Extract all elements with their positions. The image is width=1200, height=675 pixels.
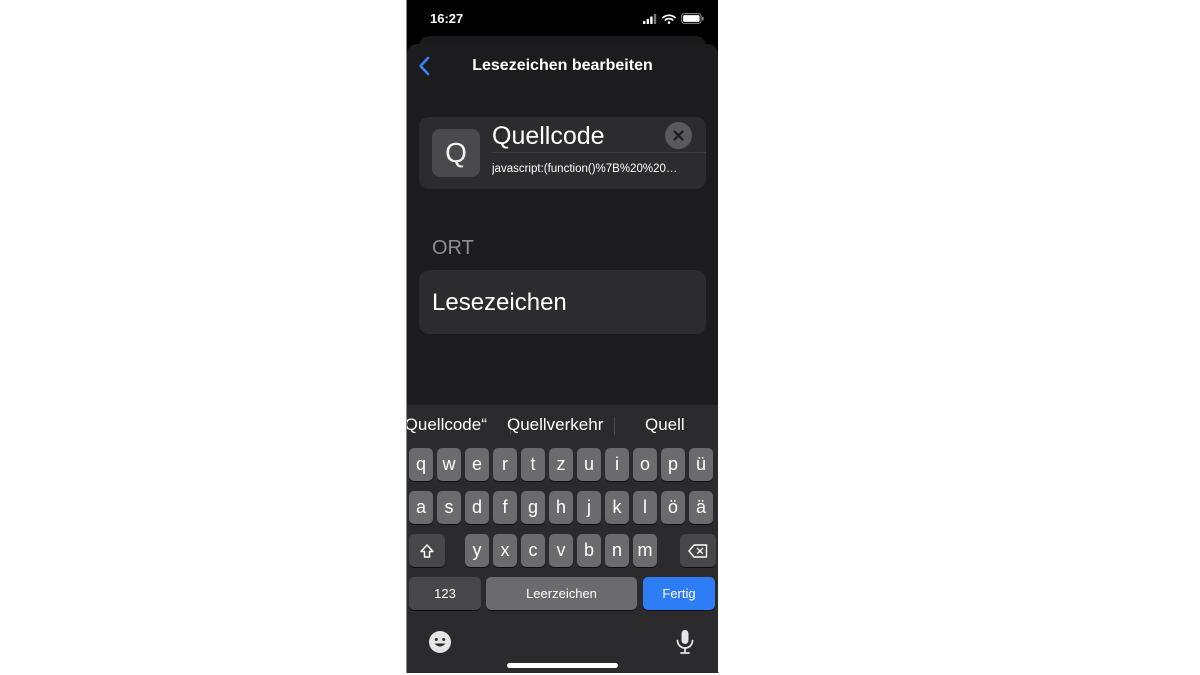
signal-icon [643,14,657,24]
wifi-icon [662,14,676,24]
home-indicator [507,663,618,668]
emoji-button[interactable] [428,630,452,654]
suggestion-bar: „Quellcode“ Quellverkehr Quell [407,405,718,445]
key-a[interactable]: a [409,491,433,524]
key-oe[interactable]: ö [661,491,685,524]
key-x[interactable]: x [493,534,517,567]
page-title: Lesezeichen bearbeiten [472,57,653,74]
bookmark-url-field[interactable]: javascript:(function()%7B%20%20… [492,163,698,175]
shift-key[interactable] [409,534,445,567]
key-p[interactable]: p [661,448,685,481]
key-n[interactable]: n [605,534,629,567]
bookmark-name-field[interactable]: Quellcode [492,120,692,153]
key-ae[interactable]: ä [689,491,713,524]
key-w[interactable]: w [437,448,461,481]
microphone-icon [676,630,694,654]
status-bar: 16:27 [407,0,718,38]
key-g[interactable]: g [521,491,545,524]
status-icons [643,12,704,24]
backspace-icon [688,543,708,558]
key-q[interactable]: q [409,448,433,481]
key-m[interactable]: m [633,534,657,567]
key-z[interactable]: z [549,448,573,481]
key-t[interactable]: t [521,448,545,481]
key-c[interactable]: c [521,534,545,567]
key-i[interactable]: i [605,448,629,481]
key-k[interactable]: k [605,491,629,524]
dictation-button[interactable] [674,629,696,655]
space-key[interactable]: Leerzeichen [486,577,637,610]
key-r[interactable]: r [493,448,517,481]
bookmark-thumbnail: Q [432,129,480,177]
location-folder-label: Lesezeichen [432,289,567,316]
location-folder-cell[interactable]: Lesezeichen [419,270,706,334]
key-s[interactable]: s [437,491,461,524]
key-ue[interactable]: ü [689,448,713,481]
key-v[interactable]: v [549,534,573,567]
suggestion-1[interactable]: „Quellcode“ [407,415,487,435]
location-section-label: ORT [432,237,474,259]
suggestion-separator [614,417,615,435]
key-j[interactable]: j [577,491,601,524]
field-divider [492,152,706,153]
key-o[interactable]: o [633,448,657,481]
key-l[interactable]: l [633,491,657,524]
clear-button[interactable] [665,122,692,149]
numbers-key[interactable]: 123 [409,577,481,610]
key-h[interactable]: h [549,491,573,524]
backspace-key[interactable] [680,534,716,567]
bookmark-card: Q Quellcode javascript:(function()%7B%20… [419,117,706,189]
key-y[interactable]: y [465,534,489,567]
battery-icon [681,13,704,24]
key-b[interactable]: b [577,534,601,567]
phone-screen: 16:27 Lesezeichen bearbeiten Q Quellcode… [407,0,718,673]
key-d[interactable]: d [465,491,489,524]
clear-icon [673,130,684,141]
suggestion-2[interactable]: Quellverkehr [507,415,603,435]
key-u[interactable]: u [577,448,601,481]
key-e[interactable]: e [465,448,489,481]
done-key[interactable]: Fertig [643,577,715,610]
keyboard: „Quellcode“ Quellverkehr Quell q w e r t… [407,405,718,673]
shift-icon [420,543,434,558]
status-time: 16:27 [430,11,464,26]
emoji-icon [429,631,451,653]
key-f[interactable]: f [493,491,517,524]
suggestion-3[interactable]: Quell [645,415,685,435]
